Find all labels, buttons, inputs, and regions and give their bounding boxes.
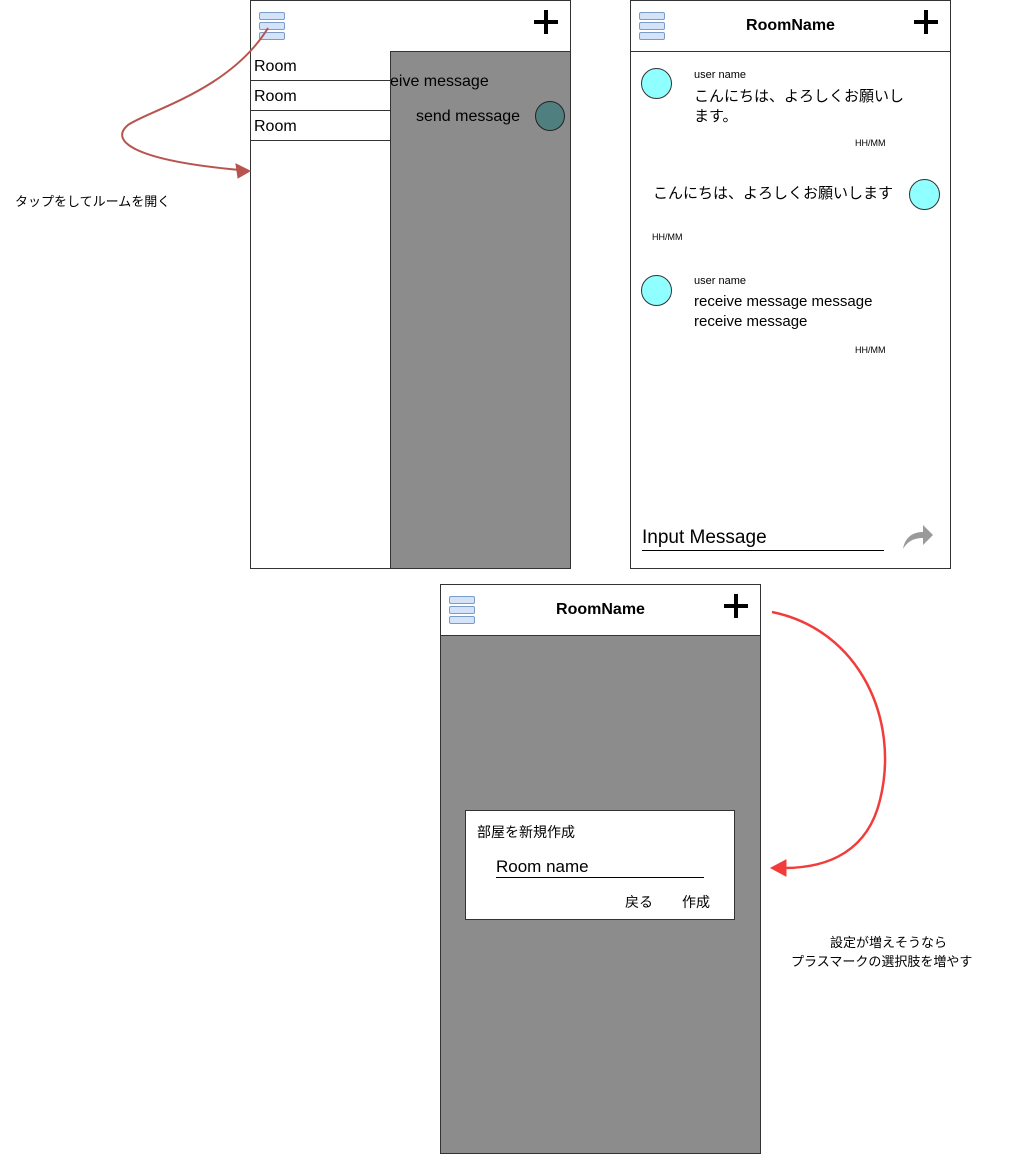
annotation-plus-line1: 設定が増えそうなら: [830, 936, 948, 951]
wireframe-canvas: eive message send message Room Room Room…: [0, 0, 1027, 1154]
drawer-room-item[interactable]: Room: [251, 51, 390, 81]
room-name-input[interactable]: Room name: [496, 857, 704, 878]
create-room-dialog: 部屋を新規作成 Room name 戻る 作成: [465, 810, 735, 920]
annotation-plus-line2: プラスマークの選択肢を増やす: [791, 955, 973, 970]
avatar-dimmed: [535, 101, 565, 131]
arrow-tap-room-head: [235, 163, 252, 179]
drawer-room-item[interactable]: Room: [251, 111, 390, 141]
app-header: [251, 1, 570, 52]
user-avatar[interactable]: [641, 275, 672, 306]
user-avatar[interactable]: [641, 68, 672, 99]
send-message-text: send message: [416, 108, 521, 125]
drawer-room-item[interactable]: Room: [251, 81, 390, 111]
room-title: RoomName: [746, 17, 835, 34]
plus-icon[interactable]: [724, 594, 748, 618]
phone-drawer-open: eive message send message Room Room Room: [250, 0, 571, 569]
message-text: こんにちは、よろしくお願いします。: [694, 87, 905, 125]
message-time: HH/MM: [855, 345, 886, 355]
plus-icon[interactable]: [914, 10, 938, 34]
message-time: HH/MM: [652, 232, 683, 242]
dialog-title: 部屋を新規作成: [477, 825, 575, 841]
receive-message-fragment: eive message: [390, 73, 489, 90]
message-time: HH/MM: [855, 138, 886, 148]
message-username: user name: [694, 69, 746, 81]
plus-icon[interactable]: [534, 10, 558, 34]
arrow-tap-room: [121, 27, 269, 171]
message-username: user name: [694, 275, 746, 287]
room-drawer: Room Room Room: [251, 51, 391, 568]
back-button[interactable]: 戻る: [625, 892, 653, 912]
annotation-tap-room: タップをしてルームを開く: [15, 195, 171, 210]
arrow-plus-options: [771, 610, 887, 870]
phone-create-room: RoomName 部屋を新規作成 Room name 戻る 作成: [440, 584, 761, 1154]
message-input[interactable]: Input Message: [642, 527, 884, 551]
app-header: RoomName: [631, 1, 950, 52]
share-arrow-icon[interactable]: [901, 519, 935, 553]
room-title: RoomName: [556, 601, 645, 618]
arrow-plus-options-head: [769, 859, 787, 877]
app-header: RoomName: [441, 585, 760, 636]
sent-message-text: こんにちは、よろしくお願いします: [653, 184, 894, 202]
create-button[interactable]: 作成: [682, 892, 710, 912]
own-avatar[interactable]: [909, 179, 940, 210]
hamburger-icon[interactable]: [259, 12, 285, 40]
message-text: receive message message receive message: [694, 293, 873, 330]
phone-chat-room: RoomName user name こんにちは、よろしくお願いします。 HH/…: [630, 0, 951, 569]
